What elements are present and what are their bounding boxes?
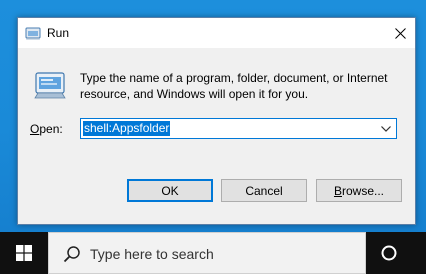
dialog-description: Type the name of a program, folder, docu… xyxy=(80,71,388,101)
open-label-text: pen: xyxy=(39,122,63,136)
open-input-value[interactable]: shell:Appsfolder xyxy=(83,121,171,136)
browse-label: rowse... xyxy=(342,183,385,198)
open-label-accesskey: O xyxy=(30,122,40,136)
browse-button[interactable]: Browse... xyxy=(316,179,402,202)
taskbar: Type here to search xyxy=(0,232,426,274)
cortana-icon[interactable] xyxy=(380,244,398,262)
dialog-title: Run xyxy=(47,26,70,40)
search-icon xyxy=(63,246,80,263)
close-button[interactable] xyxy=(385,18,415,48)
cancel-button[interactable]: Cancel xyxy=(221,179,307,202)
windows-start-icon xyxy=(16,245,32,261)
run-dialog: Run Type the name of a program, folder, … xyxy=(17,17,416,225)
chevron-down-icon xyxy=(381,126,391,132)
start-button[interactable] xyxy=(0,232,48,274)
taskbar-search-box[interactable]: Type here to search xyxy=(48,232,366,274)
run-dialog-icon xyxy=(34,72,66,99)
search-placeholder: Type here to search xyxy=(90,246,214,262)
title-bar[interactable]: Run xyxy=(18,18,415,48)
open-combobox[interactable]: shell:Appsfolder xyxy=(80,118,397,139)
run-app-icon xyxy=(25,27,41,40)
dialog-footer: OK Cancel Browse... xyxy=(18,159,415,224)
open-label: Open: xyxy=(30,122,63,136)
ok-button[interactable]: OK xyxy=(127,179,213,202)
close-icon xyxy=(394,27,406,39)
browse-accesskey: B xyxy=(333,183,342,198)
combobox-dropdown-button[interactable] xyxy=(379,122,393,136)
